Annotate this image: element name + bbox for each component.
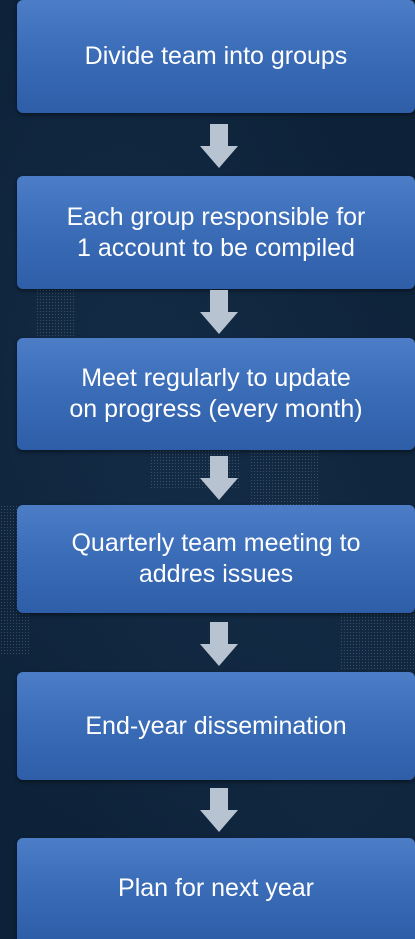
down-arrow-icon: [200, 124, 238, 168]
step-label-2: Each group responsible for 1 account to …: [66, 202, 366, 262]
down-arrow-icon: [200, 622, 238, 666]
step-box-3: Meet regularly to update on progress (ev…: [17, 338, 415, 450]
world-map-texture: [340, 610, 415, 670]
step-box-1: Divide team into groups: [17, 0, 415, 113]
step-label-6: Plan for next year: [118, 874, 314, 902]
step-label-1: Divide team into groups: [84, 42, 348, 70]
step-label-3: Meet regularly to update on progress (ev…: [69, 364, 363, 423]
step-box-4: Quarterly team meeting to addres issues: [17, 505, 415, 613]
step-box-2: Each group responsible for 1 account to …: [17, 176, 415, 289]
down-arrow-icon: [200, 456, 238, 500]
step-label-5: End-year dissemination: [85, 711, 347, 740]
down-arrow-icon: [200, 788, 238, 832]
world-map-texture: [250, 440, 320, 510]
down-arrow-icon: [200, 290, 238, 334]
step-box-6: Plan for next year: [17, 838, 415, 939]
step-box-5: End-year dissemination: [17, 672, 415, 780]
step-label-4: Quarterly team meeting to addres issues: [71, 529, 361, 588]
